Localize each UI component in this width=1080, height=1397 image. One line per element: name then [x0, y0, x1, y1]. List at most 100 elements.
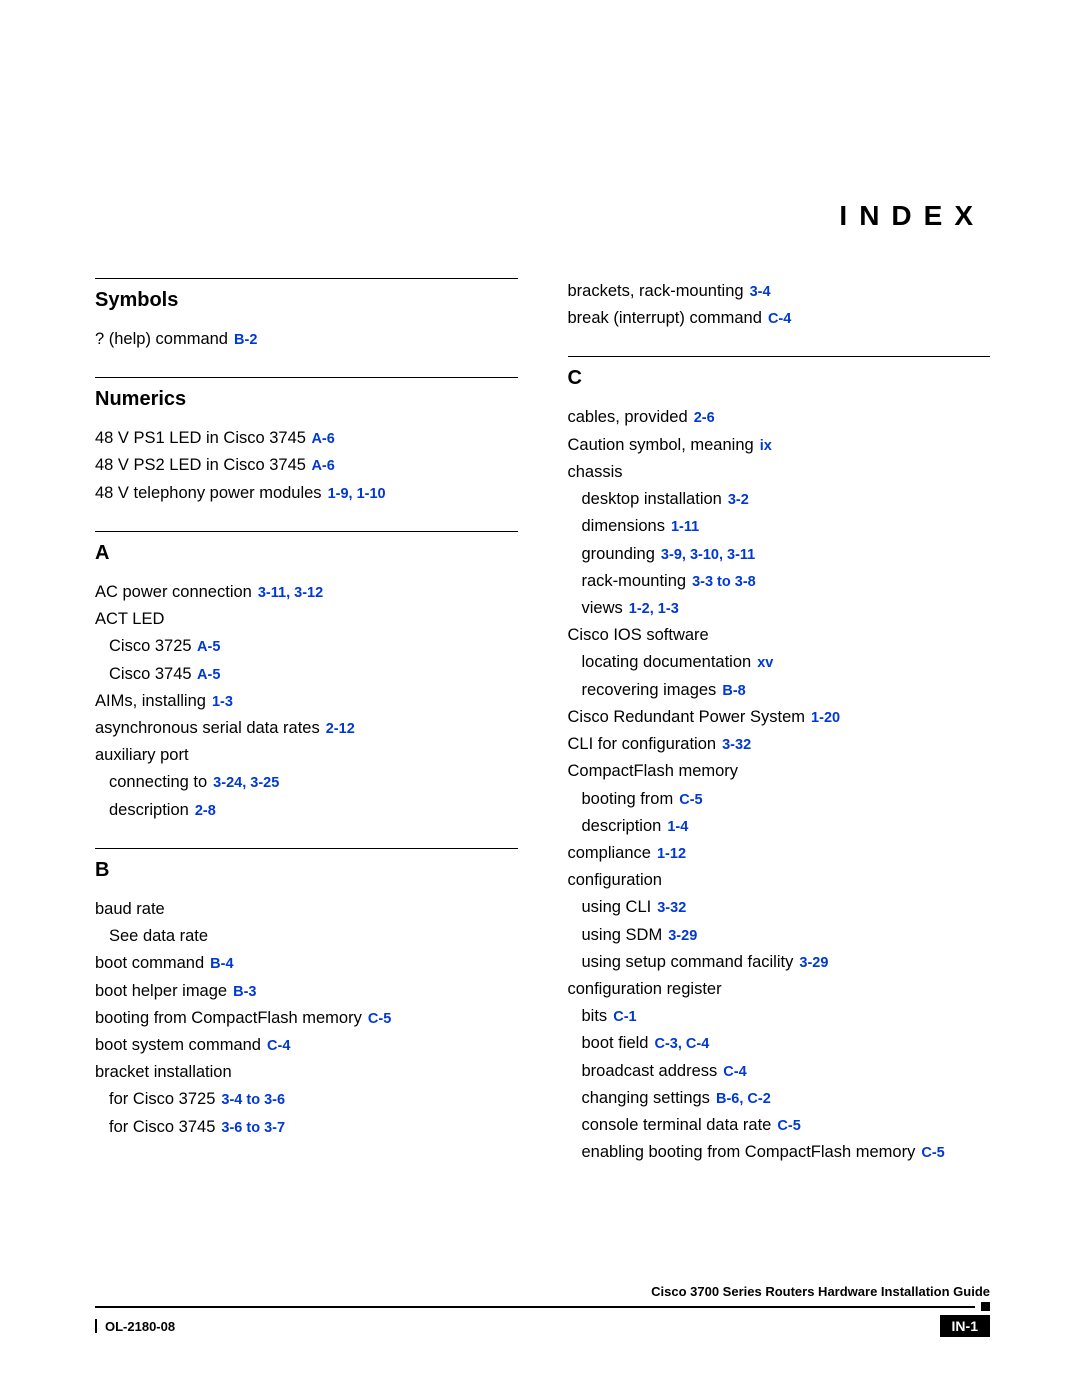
index-entry: enabling booting from CompactFlash memor… — [568, 1139, 991, 1166]
index-entry: booting from CompactFlash memory C-5 — [95, 1005, 518, 1032]
index-entry: baud rate — [95, 896, 518, 923]
page-title: INDEX — [839, 200, 985, 232]
entry-page-ref[interactable]: 1-2, 1-3 — [625, 601, 679, 617]
entry-text: CompactFlash memory — [568, 762, 739, 780]
entry-page-ref[interactable]: 1-11 — [667, 519, 699, 535]
page-footer: Cisco 3700 Series Routers Hardware Insta… — [95, 1284, 990, 1337]
footer-doc-id-wrap: OL-2180-08 — [95, 1319, 175, 1334]
index-entry: dimensions 1-11 — [568, 513, 991, 540]
entry-page-ref[interactable]: B-4 — [206, 956, 233, 972]
index-entry: Cisco 3725 A-5 — [95, 633, 518, 660]
entry-text: recovering images — [582, 681, 717, 699]
entry-page-ref[interactable]: C-4 — [719, 1064, 746, 1080]
entry-page-ref[interactable]: 1-12 — [653, 846, 686, 862]
index-entry: boot command B-4 — [95, 950, 518, 977]
index-entry: broadcast address C-4 — [568, 1058, 991, 1085]
entry-page-ref[interactable]: C-4 — [263, 1038, 290, 1054]
index-entry: chassis — [568, 459, 991, 486]
entry-page-ref[interactable]: 1-20 — [807, 710, 840, 726]
entry-text: compliance — [568, 844, 651, 862]
entry-text: 48 V PS1 LED in Cisco 3745 — [95, 429, 306, 447]
entry-page-ref[interactable]: 3-9, 3-10, 3-11 — [657, 547, 755, 563]
entry-page-ref[interactable]: B-8 — [718, 683, 745, 699]
entry-page-ref[interactable]: B-3 — [229, 984, 256, 1000]
entry-page-ref[interactable]: A-5 — [194, 667, 221, 683]
entry-page-ref[interactable]: 1-9, 1-10 — [324, 486, 386, 502]
entry-page-ref[interactable]: C-1 — [609, 1009, 636, 1025]
entry-text: bracket installation — [95, 1063, 232, 1081]
index-entry: using setup command facility 3-29 — [568, 949, 991, 976]
index-entry: break (interrupt) command C-4 — [568, 305, 991, 332]
entry-page-ref[interactable]: 3-2 — [724, 492, 749, 508]
entry-page-ref[interactable]: 1-3 — [208, 694, 233, 710]
index-entry: for Cisco 3725 3-4 to 3-6 — [95, 1086, 518, 1113]
entry-page-ref[interactable]: C-5 — [773, 1118, 800, 1134]
entry-page-ref[interactable]: 2-12 — [322, 721, 355, 737]
entry-text: grounding — [582, 545, 655, 563]
section-divider — [95, 531, 518, 532]
entry-page-ref[interactable]: 2-6 — [690, 410, 715, 426]
entry-page-ref[interactable]: 2-8 — [191, 803, 216, 819]
entry-text: boot helper image — [95, 982, 227, 1000]
index-entry: configuration register — [568, 976, 991, 1003]
entry-page-ref[interactable]: B-6, C-2 — [712, 1091, 771, 1107]
entry-text: booting from — [582, 790, 674, 808]
index-entry: 48 V telephony power modules 1-9, 1-10 — [95, 480, 518, 507]
index-entry: ACT LED — [95, 606, 518, 633]
index-entry: brackets, rack-mounting 3-4 — [568, 278, 991, 305]
index-entry: 48 V PS2 LED in Cisco 3745 A-6 — [95, 452, 518, 479]
entry-text: boot system command — [95, 1036, 261, 1054]
entry-text: AC power connection — [95, 583, 252, 601]
entry-page-ref[interactable]: 3-32 — [653, 900, 686, 916]
entry-text: chassis — [568, 463, 623, 481]
entry-text: Cisco 3745 — [109, 665, 192, 683]
index-entry: description 2-8 — [95, 797, 518, 824]
entry-text: dimensions — [582, 517, 665, 535]
entry-page-ref[interactable]: 3-4 — [746, 284, 771, 300]
entry-page-ref[interactable]: A-6 — [308, 431, 335, 447]
entry-page-ref[interactable]: xv — [753, 655, 773, 671]
entry-page-ref[interactable]: C-4 — [764, 311, 791, 327]
index-entry: for Cisco 3745 3-6 to 3-7 — [95, 1114, 518, 1141]
entry-page-ref[interactable]: 3-6 to 3-7 — [217, 1120, 285, 1136]
index-entry: desktop installation 3-2 — [568, 486, 991, 513]
entry-page-ref[interactable]: C-3, C-4 — [650, 1036, 709, 1052]
index-entry: changing settings B-6, C-2 — [568, 1085, 991, 1112]
index-entry: console terminal data rate C-5 — [568, 1112, 991, 1139]
entry-page-ref[interactable]: 3-29 — [664, 928, 697, 944]
index-entry: rack-mounting 3-3 to 3-8 — [568, 568, 991, 595]
index-entry: configuration — [568, 867, 991, 894]
entry-page-ref[interactable]: A-5 — [194, 639, 221, 655]
footer-page-number: IN-1 — [940, 1315, 990, 1337]
right-column: brackets, rack-mounting 3-4break (interr… — [568, 278, 991, 1191]
entry-text: break (interrupt) command — [568, 309, 762, 327]
entry-page-ref[interactable]: C-5 — [917, 1145, 944, 1161]
index-entry: asynchronous serial data rates 2-12 — [95, 715, 518, 742]
index-entry: bracket installation — [95, 1059, 518, 1086]
entry-page-ref[interactable]: 1-4 — [663, 819, 688, 835]
entry-page-ref[interactable]: 3-32 — [718, 737, 751, 753]
entry-text: for Cisco 3725 — [109, 1090, 215, 1108]
entry-text: 48 V PS2 LED in Cisco 3745 — [95, 456, 306, 474]
entry-text: cables, provided — [568, 408, 688, 426]
index-entry: description 1-4 — [568, 813, 991, 840]
entry-text: brackets, rack-mounting — [568, 282, 744, 300]
entry-page-ref[interactable]: 3-24, 3-25 — [209, 775, 279, 791]
section-heading: Numerics — [95, 388, 518, 411]
entry-page-ref[interactable]: A-6 — [308, 458, 335, 474]
entry-text: 48 V telephony power modules — [95, 484, 322, 502]
index-entry: CLI for configuration 3-32 — [568, 731, 991, 758]
entry-page-ref[interactable]: C-5 — [364, 1011, 391, 1027]
entry-page-ref[interactable]: 3-3 to 3-8 — [688, 574, 756, 590]
entry-page-ref[interactable]: 3-11, 3-12 — [254, 585, 323, 601]
entry-page-ref[interactable]: 3-4 to 3-6 — [217, 1092, 285, 1108]
index-entry: See data rate — [95, 923, 518, 950]
index-entry: compliance 1-12 — [568, 840, 991, 867]
entry-text: Cisco IOS software — [568, 626, 709, 644]
entry-page-ref[interactable]: B-2 — [230, 332, 257, 348]
entry-text: booting from CompactFlash memory — [95, 1009, 362, 1027]
entry-page-ref[interactable]: C-5 — [675, 792, 702, 808]
entry-text: AIMs, installing — [95, 692, 206, 710]
entry-page-ref[interactable]: 3-29 — [795, 955, 828, 971]
entry-page-ref[interactable]: ix — [756, 438, 772, 454]
